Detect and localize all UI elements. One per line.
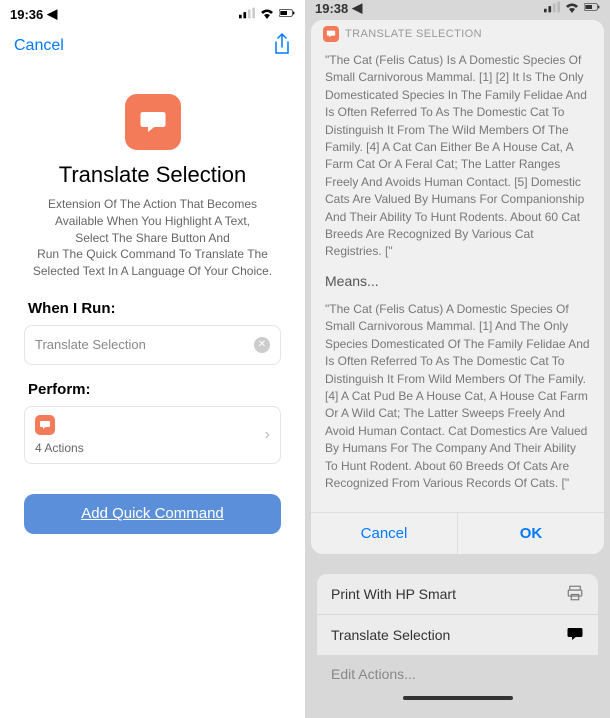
signal-icon — [239, 7, 255, 22]
when-run-field[interactable]: Translate Selection ✕ — [24, 325, 281, 365]
status-time: 19:38 — [315, 1, 348, 16]
add-quick-command-button[interactable]: Add Quick Command — [24, 494, 281, 534]
screen-translation-result: 19:38 ◀ TRANSLATE SELECTION "The Cat (Fe… — [305, 0, 610, 658]
battery-icon — [279, 7, 295, 22]
perform-label: Perform: — [0, 381, 305, 406]
shortcut-description: Extension Of The Action That Becomes Ava… — [0, 196, 305, 300]
shortcut-title: Translate Selection — [0, 162, 305, 188]
dialog-title: TRANSLATE SELECTION — [345, 28, 482, 40]
wifi-icon — [564, 1, 580, 16]
actions-count: 4 Actions — [35, 441, 84, 455]
chevron-right-icon: › — [265, 426, 270, 444]
status-time: 19:36 — [10, 7, 43, 22]
cancel-button[interactable]: Cancel — [14, 37, 64, 55]
printer-icon — [566, 584, 584, 605]
when-run-label: When I Run: — [0, 300, 305, 325]
nav-bar: Cancel — [0, 28, 305, 64]
translation-result-dialog: TRANSLATE SELECTION "The Cat (Felis Catu… — [311, 20, 604, 554]
chat-bubble-icon — [566, 625, 584, 646]
chat-bubble-icon — [35, 415, 55, 435]
sheet-edit-actions[interactable]: Edit Actions... — [317, 656, 598, 682]
dialog-banner: TRANSLATE SELECTION — [311, 20, 604, 46]
location-icon: ◀ — [47, 6, 57, 22]
battery-icon — [584, 1, 600, 16]
dialog-cancel-button[interactable]: Cancel — [311, 513, 458, 554]
share-button[interactable] — [273, 33, 291, 60]
source-text: "The Cat (Felis Catus) Is A Domestic Spe… — [325, 52, 590, 261]
sheet-item-print[interactable]: Print With HP Smart — [317, 574, 598, 614]
dialog-buttons: Cancel OK — [311, 512, 604, 554]
home-indicator — [403, 696, 513, 700]
clear-icon[interactable]: ✕ — [254, 337, 270, 353]
sheet-item-translate[interactable]: Translate Selection — [317, 615, 598, 655]
wifi-icon — [259, 7, 275, 22]
sheet-item-label: Translate Selection — [331, 627, 450, 643]
dialog-body: "The Cat (Felis Catus) Is A Domestic Spe… — [311, 46, 604, 512]
signal-icon — [544, 1, 560, 16]
screen-shortcut-detail: 19:36 ◀ Cancel Translate Selection Exten… — [0, 0, 305, 658]
sheet-item-label: Print With HP Smart — [331, 586, 456, 602]
chat-bubble-icon — [323, 26, 339, 42]
status-bar: 19:38 ◀ — [305, 0, 610, 16]
status-bar: 19:36 ◀ — [0, 0, 305, 28]
share-sheet: Print With HP Smart Translate Selection … — [305, 562, 610, 718]
dialog-ok-button[interactable]: OK — [458, 513, 604, 554]
means-label: Means... — [325, 271, 590, 291]
when-run-value: Translate Selection — [35, 337, 146, 352]
shortcut-app-icon — [125, 94, 181, 150]
location-icon: ◀ — [352, 0, 362, 16]
perform-field[interactable]: 4 Actions › — [24, 406, 281, 464]
translated-text: "The Cat (Felis Catus) A Domestic Specie… — [325, 301, 590, 492]
